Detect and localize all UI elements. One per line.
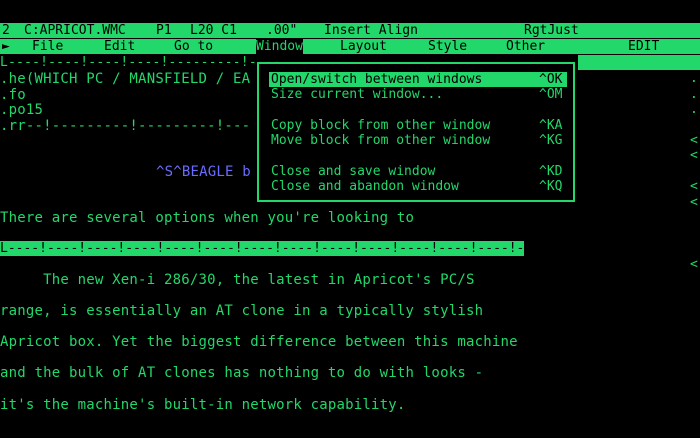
menu-item-shortcut: ^KG [539,133,563,148]
doc-line[interactable]: There are several options when you're lo… [0,210,414,226]
menu-style[interactable]: Style [428,39,467,54]
menu-item-shortcut: ^OM [539,87,563,102]
doc-line[interactable]: and the bulk of AT clones has nothing to… [0,365,483,381]
menu-item-label: Move block from other window [271,133,491,148]
menu-item-shortcut: ^KQ [539,179,563,194]
window-menu-dropdown: Open/switch between windows ^OK Size cur… [257,62,575,202]
menu-item-label: Close and save window [271,164,436,179]
menu-bar: ► File Edit Go to Window Layout Style Ot… [0,39,700,54]
status-page: P1 [156,23,172,38]
doc-line[interactable]: it's the machine's built-in network capa… [0,397,406,413]
doc-line[interactable]: .fo [0,87,26,103]
status-line-number: 2 [2,23,10,38]
margin-mark: < [690,148,698,163]
status-filename: C:APRICOT.WMC [24,23,126,38]
menu-item-move-block[interactable]: Move block from other window ^KG [269,133,567,148]
status-bar: 2 C:APRICOT.WMC P1 L20 C1 .00" Insert Al… [0,23,700,38]
margin-mark: < [690,195,698,210]
doc-line[interactable]: .rr--!---------!---------!--- [0,118,250,134]
doc-line[interactable]: The new Xen-i 286/30, the latest in Apri… [0,272,475,288]
status-line-col: L20 C1 [190,23,237,38]
menu-item-copy-block[interactable]: Copy block from other window ^KA [269,118,567,133]
menu-item-shortcut: ^KD [539,164,563,179]
mode-edit-label: EDIT [628,39,660,54]
menu-item-size-window[interactable]: Size current window... ^OM [269,87,567,102]
doc-line[interactable]: .po15 [0,102,43,118]
status-justify: RgtJust [524,23,579,38]
margin-mark: . [690,71,698,86]
margin-mark: . [690,87,698,102]
menu-pointer-icon: ► [2,39,10,54]
menu-item-shortcut: ^KA [539,118,563,133]
menu-item-shortcut: ^OK [539,72,563,87]
menu-go-to[interactable]: Go to [174,39,213,54]
margin-mark: < [690,257,698,272]
menu-item-label: Open/switch between windows [271,72,483,87]
doc-line[interactable]: range, is essentially an AT clone in a t… [0,303,483,319]
window-top-strip [578,55,700,70]
top-ruler: L----!----!----!----!---------!---- [0,55,281,70]
menu-edit[interactable]: Edit [104,39,135,54]
status-position: .00" [266,23,298,38]
menu-item-close-save-window[interactable]: Close and save window ^KD [269,164,567,179]
menu-item-open-switch-window[interactable]: Open/switch between windows ^OK [269,72,567,87]
menu-layout[interactable]: Layout [340,39,387,54]
doc-line[interactable]: .he(WHICH PC / MANSFIELD / EA [0,71,250,87]
status-mode: Insert Align [324,23,418,38]
margin-mark: < [690,179,698,194]
menu-other[interactable]: Other [506,39,545,54]
menu-item-label: Close and abandon window [271,179,459,194]
margin-mark: . [690,102,698,117]
doc-line[interactable]: Apricot box. Yet the biggest difference … [0,334,518,350]
menu-item-close-abandon-window[interactable]: Close and abandon window ^KQ [269,179,567,194]
doc-control-code[interactable]: ^S^BEAGLE b [156,164,251,180]
window-divider-ruler: L----!----!----!----!----!----!----!----… [0,241,524,256]
menu-window[interactable]: Window [256,39,303,54]
menu-file[interactable]: File [32,39,63,54]
margin-mark: < [690,133,698,148]
menu-item-label: Size current window... [271,87,444,102]
menu-item-label: Copy block from other window [271,118,491,133]
